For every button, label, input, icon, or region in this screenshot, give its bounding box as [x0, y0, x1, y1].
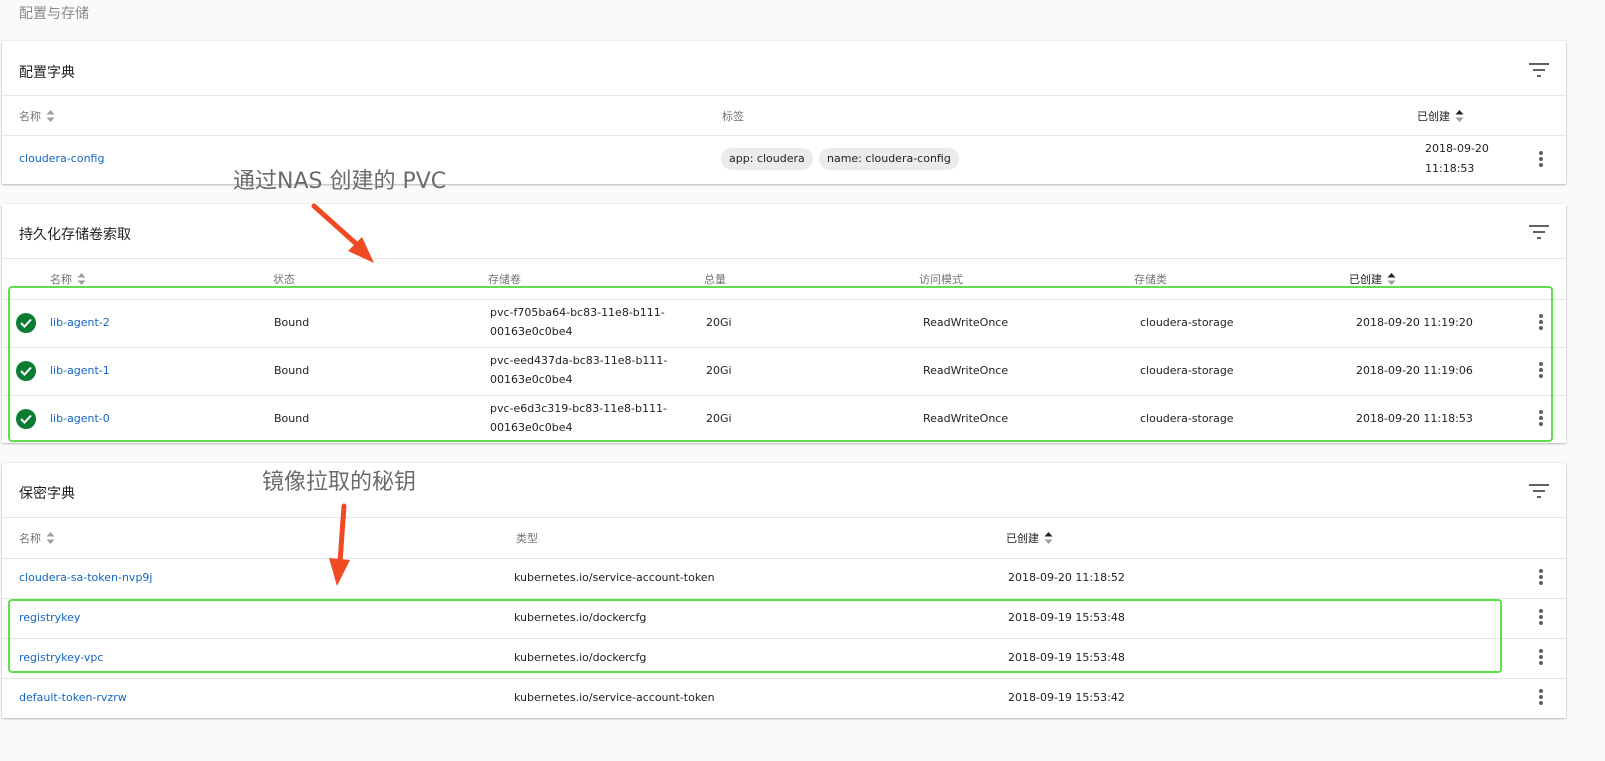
- secret-type: kubernetes.io/service-account-token: [514, 571, 715, 584]
- column-header-status: 状态: [273, 273, 295, 286]
- pvc-volume-line1: pvc-f705ba64-bc83-11e8-b111-: [490, 306, 665, 319]
- pvc-volume-line2: 00163e0c0be4: [490, 421, 573, 434]
- column-header-labels: 标签: [722, 110, 744, 123]
- secret-name-link[interactable]: registrykey: [19, 609, 80, 627]
- pvc-created: 2018-09-20 11:18:53: [1356, 412, 1473, 425]
- pvc-access-mode: ReadWriteOnce: [923, 412, 1009, 425]
- secret-name-link[interactable]: default-token-rvzrw: [19, 689, 127, 707]
- pvc-access-mode: ReadWriteOnce: [923, 316, 1009, 329]
- table-row: registrykey-vpc kubernetes.io/dockercfg …: [2, 639, 1566, 678]
- pvc-volume-line2: 00163e0c0be4: [490, 325, 573, 338]
- check-circle-icon: [16, 409, 36, 429]
- column-header-volume: 存储卷: [488, 273, 521, 286]
- pvc-storage-class: cloudera-storage: [1140, 412, 1234, 425]
- column-header-access-mode: 访问模式: [919, 273, 963, 286]
- pvc-name-link[interactable]: lib-agent-2: [50, 314, 110, 332]
- created-date: 2018-09-20: [1425, 142, 1489, 155]
- secret-type: kubernetes.io/service-account-token: [514, 691, 715, 704]
- secret-type: kubernetes.io/dockercfg: [514, 611, 647, 624]
- pvc-capacity: 20Gi: [706, 316, 732, 329]
- secret-created: 2018-09-19 15:53:48: [1008, 611, 1125, 624]
- pvc-status: Bound: [274, 364, 310, 377]
- sort-arrows-icon[interactable]: [46, 109, 55, 123]
- page-title: 配置与存储: [19, 6, 89, 22]
- pvc-capacity: 20Gi: [706, 412, 732, 425]
- table-row: default-token-rvzrw kubernetes.io/servic…: [2, 679, 1566, 718]
- pvc-annotation-text: 通过NAS 创建的 PVC: [233, 169, 447, 194]
- filter-list-icon[interactable]: [1529, 63, 1549, 77]
- more-vert-icon[interactable]: [1538, 609, 1544, 627]
- annotation-arrow-icon: [311, 203, 374, 263]
- more-vert-icon[interactable]: [1538, 362, 1544, 380]
- column-header-name[interactable]: 名称: [50, 271, 86, 287]
- table-row: registrykey kubernetes.io/dockercfg 2018…: [2, 599, 1566, 638]
- pvc-volume-line1: pvc-eed437da-bc83-11e8-b111-: [490, 354, 668, 367]
- pvc-status: Bound: [274, 412, 310, 425]
- secret-name-link[interactable]: cloudera-sa-token-nvp9j: [19, 569, 152, 587]
- secret-annotation-text: 镜像拉取的秘钥: [262, 470, 417, 495]
- column-header-name[interactable]: 名称: [19, 108, 55, 124]
- secrets-card: 保密字典 名称 类型 已创建 cloudera-sa-token-nvp9j k…: [2, 463, 1566, 718]
- pvc-name-link[interactable]: lib-agent-1: [50, 362, 110, 380]
- pvc-created: 2018-09-20 11:19:20: [1356, 316, 1473, 329]
- secret-name-link[interactable]: registrykey-vpc: [19, 649, 103, 667]
- more-vert-icon[interactable]: [1538, 569, 1544, 587]
- sort-arrows-icon[interactable]: [77, 272, 86, 286]
- column-header-name[interactable]: 名称: [19, 530, 55, 546]
- secret-type: kubernetes.io/dockercfg: [514, 651, 647, 664]
- pvc-card: 持久化存储卷索取 名称 状态 存储卷 总量 访问模式 存储类 已创建 lib-a…: [2, 204, 1566, 443]
- filter-list-icon[interactable]: [1529, 225, 1549, 239]
- check-circle-icon: [16, 313, 36, 333]
- sort-arrows-icon[interactable]: [1387, 272, 1396, 286]
- more-vert-icon[interactable]: [1538, 689, 1544, 707]
- column-header-storage-class: 存储类: [1134, 273, 1167, 286]
- label-chip: app: cloudera: [721, 148, 813, 170]
- sort-arrows-icon[interactable]: [1044, 531, 1053, 545]
- column-header-type: 类型: [516, 532, 538, 545]
- sort-arrows-icon[interactable]: [46, 531, 55, 545]
- check-circle-icon: [16, 361, 36, 381]
- pvc-volume-line2: 00163e0c0be4: [490, 373, 573, 386]
- created-time: 11:18:53: [1425, 162, 1475, 175]
- pvc-storage-class: cloudera-storage: [1140, 316, 1234, 329]
- pvc-capacity: 20Gi: [706, 364, 732, 377]
- more-vert-icon[interactable]: [1538, 649, 1544, 667]
- secret-created: 2018-09-20 11:18:52: [1008, 571, 1125, 584]
- sort-arrows-icon[interactable]: [1455, 109, 1464, 123]
- pvc-created: 2018-09-20 11:19:06: [1356, 364, 1473, 377]
- column-header-created[interactable]: 已创建: [1417, 108, 1464, 124]
- table-row: lib-agent-2 Bound pvc-f705ba64-bc83-11e8…: [2, 300, 1566, 347]
- table-row: cloudera-sa-token-nvp9j kubernetes.io/se…: [2, 559, 1566, 598]
- pvc-access-mode: ReadWriteOnce: [923, 364, 1009, 377]
- pvc-status: Bound: [274, 316, 310, 329]
- secrets-title: 保密字典: [19, 486, 75, 502]
- more-vert-icon[interactable]: [1538, 314, 1544, 332]
- pvc-storage-class: cloudera-storage: [1140, 364, 1234, 377]
- more-vert-icon[interactable]: [1538, 151, 1544, 169]
- column-header-created[interactable]: 已创建: [1349, 271, 1396, 287]
- pvc-name-link[interactable]: lib-agent-0: [50, 410, 110, 428]
- secret-created: 2018-09-19 15:53:42: [1008, 691, 1125, 704]
- annotation-arrow-icon: [329, 503, 350, 586]
- configmaps-title: 配置字典: [19, 65, 75, 81]
- configmap-name-link[interactable]: cloudera-config: [19, 150, 104, 168]
- label-chip: name: cloudera-config: [819, 148, 959, 170]
- more-vert-icon[interactable]: [1538, 410, 1544, 428]
- filter-list-icon[interactable]: [1529, 484, 1549, 498]
- column-header-created[interactable]: 已创建: [1006, 530, 1053, 546]
- column-header-capacity: 总量: [704, 273, 726, 286]
- secret-created: 2018-09-19 15:53:48: [1008, 651, 1125, 664]
- table-row: lib-agent-1 Bound pvc-eed437da-bc83-11e8…: [2, 348, 1566, 395]
- table-row: lib-agent-0 Bound pvc-e6d3c319-bc83-11e8…: [2, 396, 1566, 443]
- pvc-volume-line1: pvc-e6d3c319-bc83-11e8-b111-: [490, 402, 667, 415]
- pvc-title: 持久化存储卷索取: [19, 227, 131, 243]
